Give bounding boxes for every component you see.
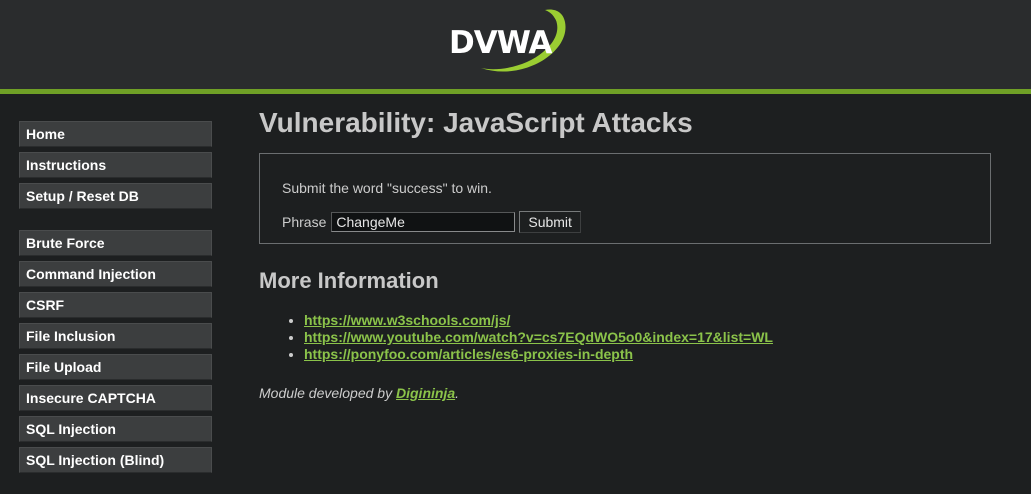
- submit-button[interactable]: Submit: [519, 211, 581, 233]
- menu-group-general: Home Instructions Setup / Reset DB: [19, 121, 212, 209]
- phrase-input[interactable]: [331, 212, 516, 232]
- more-information-heading: More Information: [259, 268, 439, 293]
- list-item: https://ponyfoo.com/articles/es6-proxies…: [304, 346, 994, 363]
- sidebar-item-file-inclusion[interactable]: File Inclusion: [19, 323, 212, 349]
- instruction-text: Submit the word "success" to win.: [282, 180, 492, 196]
- list-item: https://www.w3schools.com/js/: [304, 312, 994, 329]
- sidebar-item-csrf[interactable]: CSRF: [19, 292, 212, 318]
- main-content: Vulnerability: JavaScript Attacks Submit…: [259, 105, 994, 401]
- module-credit: Module developed by Digininja.: [259, 385, 994, 401]
- site-header: DVWA: [0, 0, 1031, 94]
- link-ponyfoo[interactable]: https://ponyfoo.com/articles/es6-proxies…: [304, 346, 633, 362]
- page-title: Vulnerability: JavaScript Attacks: [259, 107, 693, 138]
- sidebar-item-sql-injection[interactable]: SQL Injection: [19, 416, 212, 442]
- menu-group-vulnerabilities: Brute Force Command Injection CSRF File …: [19, 230, 212, 473]
- dvwa-logo[interactable]: DVWA: [443, 6, 573, 76]
- sidebar-item-home[interactable]: Home: [19, 121, 212, 147]
- sidebar-item-setup-reset-db[interactable]: Setup / Reset DB: [19, 183, 212, 209]
- list-item: https://www.youtube.com/watch?v=cs7EQdWO…: [304, 329, 994, 346]
- credit-prefix: Module developed by: [259, 385, 396, 401]
- sidebar-menu: Home Instructions Setup / Reset DB Brute…: [19, 121, 212, 494]
- vulnerability-form-box: Submit the word "success" to win. Phrase…: [259, 153, 991, 244]
- link-youtube[interactable]: https://www.youtube.com/watch?v=cs7EQdWO…: [304, 329, 773, 345]
- sidebar-item-sql-injection-blind[interactable]: SQL Injection (Blind): [19, 447, 212, 473]
- more-info-links: https://www.w3schools.com/js/ https://ww…: [259, 312, 994, 363]
- logo-text: DVWA: [449, 25, 553, 61]
- sidebar-item-insecure-captcha[interactable]: Insecure CAPTCHA: [19, 385, 212, 411]
- sidebar-item-file-upload[interactable]: File Upload: [19, 354, 212, 380]
- sidebar-item-brute-force[interactable]: Brute Force: [19, 230, 212, 256]
- credit-suffix: .: [455, 385, 460, 401]
- link-w3schools[interactable]: https://www.w3schools.com/js/: [304, 312, 510, 328]
- sidebar-item-instructions[interactable]: Instructions: [19, 152, 212, 178]
- phrase-form: Phrase Submit: [282, 211, 581, 233]
- phrase-label: Phrase: [282, 214, 327, 230]
- author-link[interactable]: Digininja: [396, 385, 455, 401]
- sidebar-item-command-injection[interactable]: Command Injection: [19, 261, 212, 287]
